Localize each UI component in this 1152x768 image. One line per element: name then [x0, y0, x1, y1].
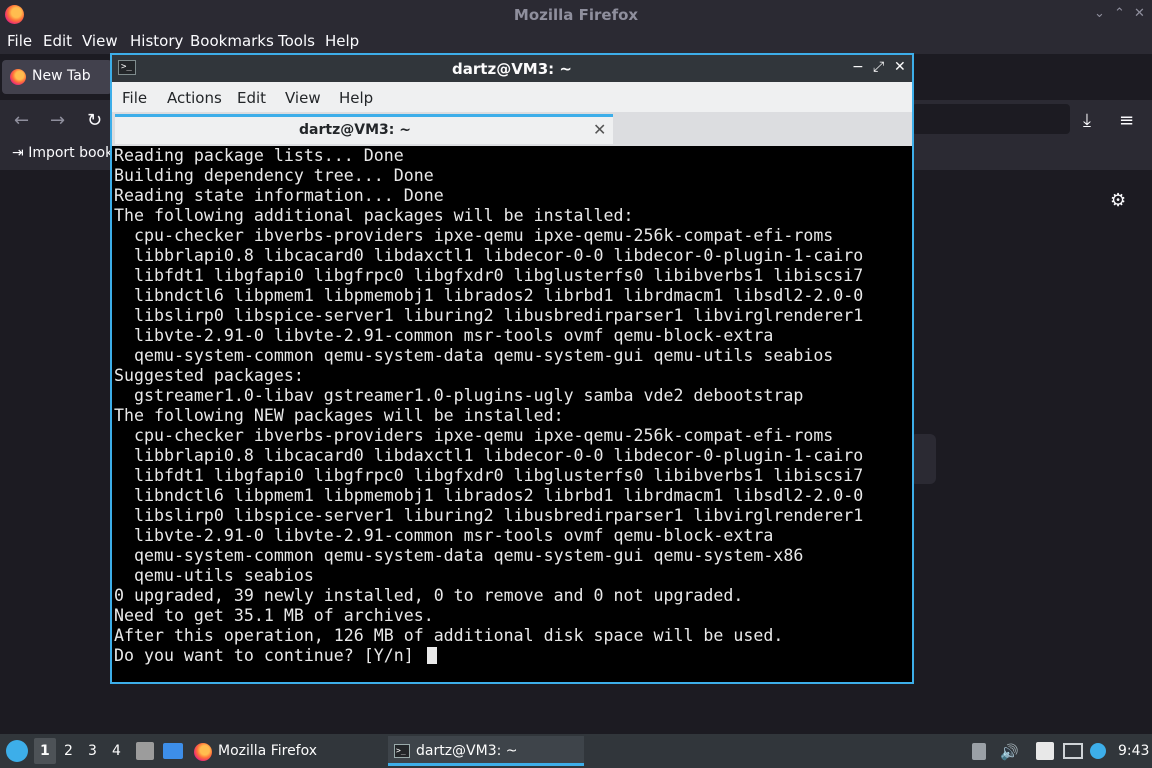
- taskbar-firefox[interactable]: Mozilla Firefox: [190, 736, 380, 766]
- taskbar-firefox-label: Mozilla Firefox: [218, 743, 318, 759]
- terminal-line: libndctl6 libpmem1 libpmemobj1 librados2…: [114, 486, 864, 505]
- menu-tools[interactable]: Tools: [278, 32, 315, 50]
- workspace-2[interactable]: 2: [64, 743, 73, 759]
- terminal-prompt: Do you want to continue? [Y/n]: [114, 646, 424, 665]
- menu-view[interactable]: View: [82, 32, 118, 50]
- workspace-3[interactable]: 3: [88, 743, 97, 759]
- terminal-line: libslirp0 libspice-server1 liburing2 lib…: [114, 306, 864, 325]
- terminal-line: The following NEW packages will be insta…: [114, 406, 564, 425]
- terminal-line: The following additional packages will b…: [114, 206, 634, 225]
- hamburger-menu-icon[interactable]: ≡: [1119, 110, 1134, 131]
- settings-gear-icon[interactable]: ⚙: [1110, 190, 1126, 211]
- close-icon[interactable]: ✕: [894, 59, 906, 75]
- taskbar-terminal[interactable]: >_ dartz@VM3: ~: [388, 736, 584, 766]
- terminal-line: libfdt1 libgfapi0 libgfrpc0 libgfxdr0 li…: [114, 266, 864, 285]
- menu-edit[interactable]: Edit: [43, 32, 72, 50]
- firefox-tab-icon: [10, 69, 26, 85]
- url-bar[interactable]: [912, 104, 1070, 134]
- firefox-titlebar: Mozilla Firefox ⌄ ⌃ ✕: [0, 0, 1152, 30]
- terminal-line: Need to get 35.1 MB of archives.: [114, 606, 434, 625]
- terminal-cursor: [426, 647, 437, 664]
- terminal-line: libbrlapi0.8 libcacard0 libdaxctl1 libde…: [114, 446, 864, 465]
- tab-label: New Tab: [32, 68, 91, 84]
- menu-history[interactable]: History: [130, 32, 183, 50]
- clock: 9:43: [1118, 743, 1150, 759]
- menu-edit[interactable]: Edit: [237, 89, 266, 107]
- volume-icon[interactable]: 🔊: [1000, 743, 1019, 761]
- menu-actions[interactable]: Actions: [167, 89, 222, 107]
- terminal-line: qemu-system-common qemu-system-data qemu…: [114, 346, 834, 365]
- workspace-1[interactable]: 1: [40, 743, 50, 759]
- terminal-line: Suggested packages:: [114, 366, 304, 385]
- menu-file[interactable]: File: [7, 32, 32, 50]
- firefox-window-title: Mozilla Firefox: [513, 6, 639, 24]
- terminal-menubar: File Actions Edit View Help: [112, 82, 912, 112]
- firefox-menubar: File Edit View History Bookmarks Tools H…: [0, 30, 1152, 54]
- menu-bookmarks[interactable]: Bookmarks: [190, 32, 274, 50]
- menu-help[interactable]: Help: [325, 32, 359, 50]
- import-bookmarks-button[interactable]: ⇥ Import book: [12, 145, 113, 161]
- import-bookmarks-label: Import book: [28, 145, 114, 161]
- terminal-line: libbrlapi0.8 libcacard0 libdaxctl1 libde…: [114, 246, 864, 265]
- menu-view[interactable]: View: [285, 89, 321, 107]
- file-manager-icon[interactable]: [136, 742, 154, 760]
- menu-help[interactable]: Help: [339, 89, 373, 107]
- terminal-line: Reading package lists... Done: [114, 146, 404, 165]
- maximize-icon[interactable]: ⤢: [873, 59, 884, 75]
- terminal-line: Reading state information... Done: [114, 186, 444, 205]
- reload-icon[interactable]: ↻: [87, 110, 102, 131]
- download-icon[interactable]: ⤓: [1083, 110, 1091, 131]
- terminal-tab-label: dartz@VM3: ~: [299, 122, 411, 138]
- taskbar-terminal-label: dartz@VM3: ~: [416, 743, 518, 759]
- tab-new-tab[interactable]: New Tab: [2, 60, 112, 94]
- terminal-window-title: dartz@VM3: ~: [452, 60, 572, 78]
- taskbar: 1 2 3 4 Mozilla Firefox >_ dartz@VM3: ~ …: [0, 734, 1152, 768]
- app-launcher-icon[interactable]: [6, 740, 28, 762]
- terminal-titlebar: >_ dartz@VM3: ~ − ⤢ ✕: [112, 55, 912, 82]
- terminal-line: libfdt1 libgfapi0 libgfrpc0 libgfxdr0 li…: [114, 466, 864, 485]
- close-icon[interactable]: ✕: [1134, 6, 1145, 21]
- notes-icon[interactable]: [1036, 742, 1054, 760]
- terminal-line: libndctl6 libpmem1 libpmemobj1 librados2…: [114, 286, 864, 305]
- terminal-line: Building dependency tree... Done: [114, 166, 434, 185]
- tab-close-icon[interactable]: ✕: [593, 120, 606, 139]
- terminal-line: cpu-checker ibverbs-providers ipxe-qemu …: [114, 426, 834, 445]
- terminal-line: libslirp0 libspice-server1 liburing2 lib…: [114, 506, 864, 525]
- terminal-lines: Reading package lists... Done Building de…: [114, 146, 863, 666]
- workspace-4[interactable]: 4: [112, 743, 121, 759]
- menu-file[interactable]: File: [122, 89, 147, 107]
- terminal-icon: >_: [394, 744, 410, 758]
- terminal-line: qemu-system-common qemu-system-data qemu…: [114, 546, 804, 565]
- forward-icon[interactable]: →: [50, 110, 65, 131]
- terminal-window: >_ dartz@VM3: ~ − ⤢ ✕ File Actions Edit …: [110, 53, 914, 684]
- terminal-line: gstreamer1.0-libav gstreamer1.0-plugins-…: [114, 386, 804, 405]
- back-icon[interactable]: ←: [14, 110, 29, 131]
- terminal-tab[interactable]: dartz@VM3: ~ ✕: [115, 114, 613, 144]
- terminal-line: 0 upgraded, 39 newly installed, 0 to rem…: [114, 586, 744, 605]
- terminal-line: libvte-2.91-0 libvte-2.91-common msr-too…: [114, 326, 774, 345]
- minimize-icon[interactable]: −: [852, 59, 864, 75]
- desktop-icon[interactable]: [163, 743, 183, 759]
- firefox-icon: [194, 743, 212, 761]
- terminal-line: qemu-utils seabios: [114, 566, 314, 585]
- updates-icon[interactable]: [1090, 743, 1106, 759]
- network-icon[interactable]: [1063, 743, 1083, 759]
- terminal-line: cpu-checker ibverbs-providers ipxe-qemu …: [114, 226, 834, 245]
- terminal-output[interactable]: Reading package lists... Done Building de…: [112, 146, 912, 682]
- terminal-line: libvte-2.91-0 libvte-2.91-common msr-too…: [114, 526, 774, 545]
- terminal-line: After this operation, 126 MB of addition…: [114, 626, 784, 645]
- maximize-icon[interactable]: ⌃: [1114, 6, 1125, 21]
- minimize-icon[interactable]: ⌄: [1094, 6, 1105, 21]
- terminal-prompt-line: Do you want to continue? [Y/n]: [114, 646, 863, 666]
- clipboard-icon[interactable]: [972, 743, 986, 760]
